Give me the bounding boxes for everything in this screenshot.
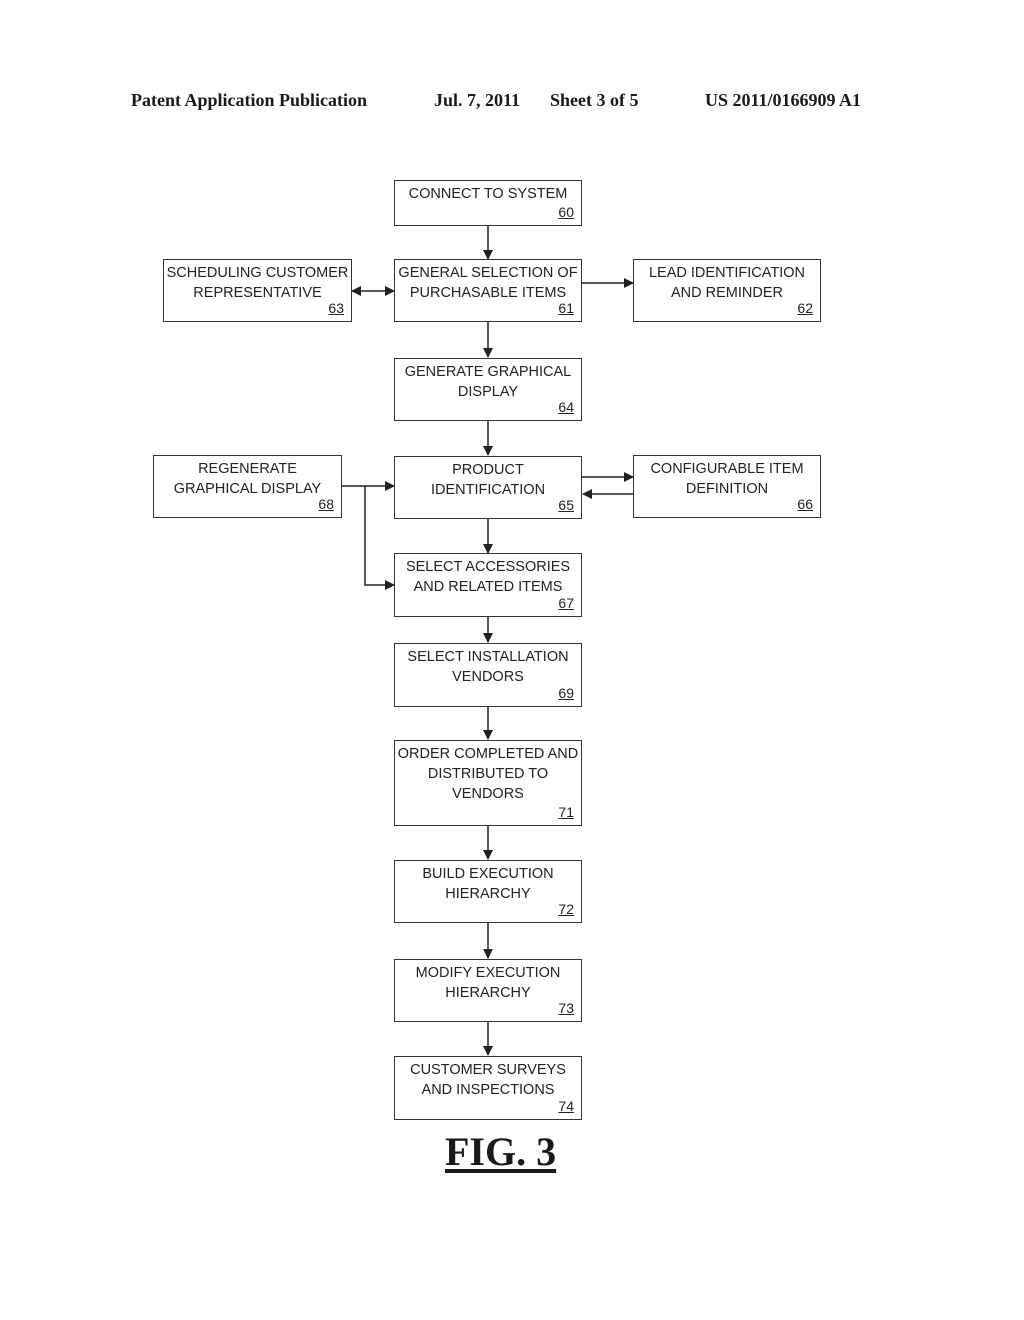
reference-number: 73 — [558, 1000, 574, 1016]
reference-number: 72 — [558, 901, 574, 917]
box-61-general-selection: GENERAL SELECTION OF PURCHASABLE ITEMS 6… — [394, 259, 582, 322]
reference-number: 63 — [328, 300, 344, 316]
reference-number: 74 — [558, 1098, 574, 1114]
box-label: BUILD EXECUTION HIERARCHY — [422, 866, 554, 902]
box-label: SELECT INSTALLATION VENDORS — [407, 649, 569, 685]
box-label: CONFIGURABLE ITEM DEFINITION — [650, 461, 804, 497]
reference-number: 64 — [558, 399, 574, 415]
box-label: CONNECT TO SYSTEM — [408, 186, 568, 202]
box-68-regenerate-graphical-display: REGENERATE GRAPHICAL DISPLAY 68 — [153, 455, 342, 518]
box-69-select-installation-vendors: SELECT INSTALLATION VENDORS 69 — [394, 643, 582, 707]
box-label: GENERAL SELECTION OF PURCHASABLE ITEMS — [398, 265, 578, 301]
reference-number: 60 — [558, 204, 574, 220]
figure-label: FIG. 3 — [445, 1129, 557, 1174]
box-71-order-completed: ORDER COMPLETED AND DISTRIBUTED TO VENDO… — [394, 740, 582, 826]
box-62-lead-identification: LEAD IDENTIFICATION AND REMINDER 62 — [633, 259, 821, 322]
box-label: LEAD IDENTIFICATION AND REMINDER — [648, 265, 806, 301]
box-label: ORDER COMPLETED AND DISTRIBUTED TO VENDO… — [397, 746, 579, 802]
reference-number: 61 — [558, 300, 574, 316]
reference-number: 65 — [558, 497, 574, 513]
reference-number: 67 — [558, 595, 574, 611]
box-63-scheduling-customer-rep: SCHEDULING CUSTOMER REPRESENTATIVE 63 — [163, 259, 352, 322]
box-65-product-identification: PRODUCT IDENTIFICATION 65 — [394, 456, 582, 519]
box-label: PRODUCT IDENTIFICATION — [430, 462, 546, 498]
box-label: REGENERATE GRAPHICAL DISPLAY — [173, 461, 322, 497]
box-label: SELECT ACCESSORIES AND RELATED ITEMS — [405, 559, 571, 595]
reference-number: 66 — [797, 496, 813, 512]
box-label: SCHEDULING CUSTOMER REPRESENTATIVE — [166, 265, 349, 301]
reference-number: 69 — [558, 685, 574, 701]
reference-number: 71 — [558, 804, 574, 820]
box-66-configurable-item-definition: CONFIGURABLE ITEM DEFINITION 66 — [633, 455, 821, 518]
box-67-select-accessories: SELECT ACCESSORIES AND RELATED ITEMS 67 — [394, 553, 582, 617]
box-73-modify-execution-hierarchy: MODIFY EXECUTION HIERARCHY 73 — [394, 959, 582, 1022]
reference-number: 68 — [318, 496, 334, 512]
box-label: GENERATE GRAPHICAL DISPLAY — [404, 364, 572, 400]
arrow-68-67 — [364, 486, 395, 590]
box-64-generate-graphical-display: GENERATE GRAPHICAL DISPLAY 64 — [394, 358, 582, 421]
box-72-build-execution-hierarchy: BUILD EXECUTION HIERARCHY 72 — [394, 860, 582, 923]
box-60-connect-to-system: CONNECT TO SYSTEM 60 — [394, 180, 582, 226]
reference-number: 62 — [797, 300, 813, 316]
box-74-customer-surveys: CUSTOMER SURVEYS AND INSPECTIONS 74 — [394, 1056, 582, 1120]
box-label: CUSTOMER SURVEYS AND INSPECTIONS — [410, 1062, 566, 1098]
box-label: MODIFY EXECUTION HIERARCHY — [415, 965, 561, 1001]
